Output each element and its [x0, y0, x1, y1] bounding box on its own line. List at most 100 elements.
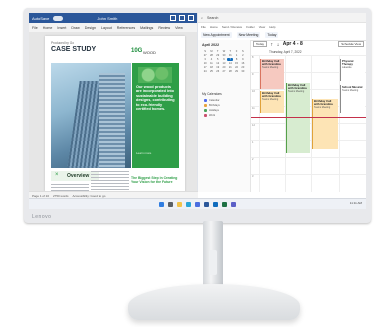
callout-text: The Biggest Step in Creating Your Vision… — [131, 176, 178, 184]
logo-mark: 10G — [131, 48, 143, 54]
mini-calendar-day[interactable]: 2 — [240, 54, 246, 57]
edge-icon[interactable] — [186, 201, 191, 207]
new-meeting-button[interactable]: New Meeting — [236, 32, 261, 38]
document-title: CASE STUDY — [51, 46, 97, 53]
hour-label: 2 — [252, 158, 254, 161]
hour-label: 8 — [252, 56, 254, 59]
calendar-list-item[interactable]: Calendar — [204, 98, 246, 102]
calendar-list-label: Holidays — [209, 108, 219, 112]
outlook-tab-folder[interactable]: Folder — [246, 25, 255, 29]
excel-icon[interactable] — [222, 201, 227, 207]
word-tab-design[interactable]: Design — [85, 26, 96, 30]
status-word-count: 2750 words — [53, 193, 69, 198]
screen: AutoSave John Smith File Home Insert Draw De… — [29, 13, 366, 209]
hour-label: 10 — [252, 90, 255, 93]
calendar-list-item[interactable]: Birthdays — [204, 103, 246, 107]
calendar-event[interactable]: Physical Therapy Lakeside — [340, 59, 365, 81]
word-tab-layout[interactable]: Layout — [101, 26, 112, 30]
start-icon[interactable] — [159, 201, 164, 207]
word-tab-references[interactable]: References — [117, 26, 135, 30]
monitor-stand-base — [128, 284, 300, 320]
event-subtitle: Teams Meeting — [314, 106, 331, 110]
day-grid[interactable]: 8 9 10 11 12 1 2 3 Birthday Call with Grandma Tea… — [251, 55, 366, 192]
calendar-event[interactable]: Birthday Call with Grandma Teams Meeting — [312, 99, 338, 149]
hour-label: 12 — [252, 124, 255, 127]
calendar-event[interactable]: Birthday Call with Grandma Teams Meeting — [260, 91, 284, 113]
outlook-icon[interactable] — [213, 201, 218, 207]
outlook-tab-home[interactable]: Home — [210, 25, 218, 29]
brand-logo: Lenovo — [32, 214, 52, 220]
outlook-search-box[interactable]: Search — [207, 16, 218, 20]
mini-calendar-day[interactable]: 23 — [240, 66, 246, 69]
chevron-up-icon[interactable]: ↑ — [270, 42, 273, 47]
mini-calendar-day[interactable]: 16 — [240, 62, 246, 65]
calendar-color-swatch — [204, 98, 207, 102]
outlook-tab-help[interactable]: Help — [269, 25, 275, 29]
teams-icon[interactable] — [231, 201, 236, 207]
outlook-tab-view[interactable]: View — [259, 25, 265, 29]
word-document-canvas: Produced by Go CASE STUDY 10G WOOD Our w… — [29, 32, 197, 196]
new-appointment-button[interactable]: New Appointment — [201, 32, 232, 38]
system-clock[interactable]: 11:11 AM — [350, 201, 362, 205]
outlook-tab-file[interactable]: File — [201, 25, 206, 29]
building-tower-shape — [99, 73, 125, 168]
weekday-label: S — [241, 50, 244, 53]
word-icon[interactable] — [204, 201, 209, 207]
calendar-list-item[interactable]: Work — [204, 113, 246, 117]
calendar-main: Today ↑ ↓ Apr 4 - 8 Schedule View Thursd… — [251, 40, 366, 192]
autosave-toggle[interactable] — [53, 15, 64, 21]
search-icon: ⌕ — [201, 15, 204, 20]
document-page[interactable]: Produced by Go CASE STUDY 10G WOOD Our w… — [45, 36, 185, 196]
today-ribbon-button[interactable]: Today — [265, 32, 279, 38]
word-tab-draw[interactable]: Draw — [71, 26, 79, 30]
date-range: Apr 4 - 8 — [282, 41, 303, 47]
event-subtitle: Teams Meeting — [262, 66, 279, 70]
calendar-list-item[interactable]: Holidays — [204, 108, 246, 112]
learn-more-link[interactable]: Learn more — [136, 151, 151, 155]
word-tab-mailings[interactable]: Mailings — [140, 26, 153, 30]
my-calendars-heading[interactable]: My Calendars — [202, 92, 222, 96]
hour-row: 8 — [251, 55, 366, 59]
calendar-list-label: Work — [209, 113, 216, 117]
hour-row: 3 — [251, 174, 366, 178]
body-text-column — [91, 171, 129, 193]
calendar-event[interactable]: School Musical Teams Meeting — [340, 85, 365, 113]
hour-row: 2 — [251, 157, 366, 161]
building-photo — [51, 63, 131, 168]
store-icon[interactable] — [195, 201, 200, 207]
word-tab-view[interactable]: View — [175, 26, 183, 30]
taskbar-icons — [159, 201, 236, 207]
word-tab-insert[interactable]: Insert — [57, 26, 66, 30]
document-subtitle: Produced by Go — [51, 41, 75, 45]
overview-heading: Overview — [67, 173, 90, 179]
outlook-window: ⌕ Search File Home Send / Receive Folder Vie… — [198, 13, 366, 199]
minimize-icon[interactable] — [170, 15, 176, 21]
hour-label: 3 — [252, 175, 254, 178]
outlook-tab-send-receive[interactable]: Send / Receive — [222, 25, 242, 29]
status-accessibility[interactable]: Accessibility: Good to go — [73, 194, 106, 198]
mini-calendar-day[interactable]: 9 — [240, 58, 246, 61]
plant-image — [138, 67, 172, 83]
word-tab-home[interactable]: Home — [43, 26, 53, 30]
word-tab-file[interactable]: File — [32, 26, 38, 30]
schedule-view-button[interactable]: Schedule View — [338, 41, 364, 47]
highlight-panel-text: Our wood products are incorporated into … — [136, 85, 175, 112]
calendar-event[interactable]: Birthday Call with Grandma Teams Meeting — [260, 59, 284, 89]
current-time-indicator — [251, 117, 366, 118]
chevron-down-icon[interactable]: ↓ — [276, 42, 279, 47]
event-subtitle: Teams Meeting — [262, 98, 279, 102]
close-icon[interactable] — [188, 15, 194, 21]
mini-calendar-day[interactable]: 30 — [240, 70, 246, 73]
today-button[interactable]: Today — [253, 41, 268, 47]
calendar-color-swatch — [204, 108, 207, 112]
calendar-event[interactable]: Birthday Call with Grandma Teams Meeting — [286, 83, 310, 153]
word-title-bar: AutoSave John Smith — [29, 13, 197, 23]
status-page-count: Page 1 of 10 — [32, 193, 50, 198]
maximize-icon[interactable] — [179, 15, 185, 21]
search-icon[interactable] — [168, 201, 173, 207]
calendar-list-label: Birthdays — [209, 103, 220, 107]
word-tab-review[interactable]: Review — [158, 26, 170, 30]
file-explorer-icon[interactable] — [177, 201, 182, 207]
window-controls — [170, 15, 194, 21]
word-window: AutoSave John Smith File Home Insert Draw De… — [29, 13, 203, 199]
